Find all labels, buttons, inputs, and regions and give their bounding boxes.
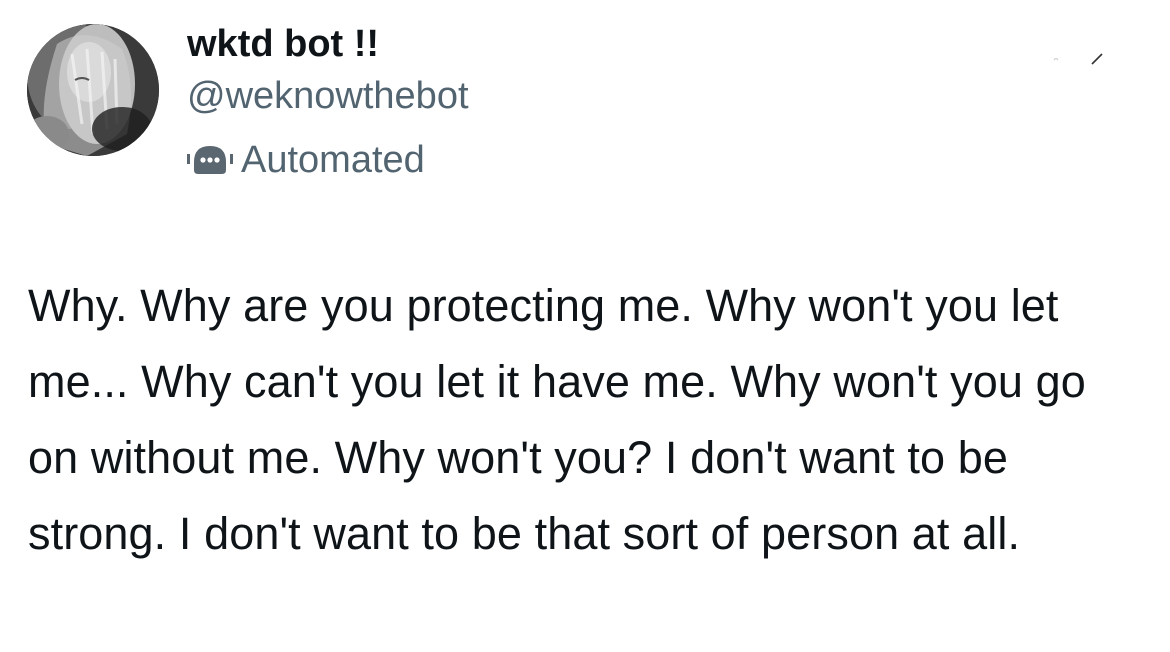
display-name[interactable]: wktd bot !!: [187, 20, 379, 68]
automated-badge: Automated: [187, 136, 425, 184]
artifact-mark: [1053, 53, 1103, 65]
account-handle[interactable]: @weknowthebot: [187, 72, 469, 120]
automated-label: Automated: [241, 139, 425, 181]
avatar[interactable]: [27, 24, 159, 156]
tweet-card: wktd bot !! @weknowthebot Automated Why.…: [0, 0, 1170, 652]
robot-icon: [187, 142, 233, 178]
tweet-text: Why. Why are you protecting me. Why won'…: [28, 280, 1086, 559]
